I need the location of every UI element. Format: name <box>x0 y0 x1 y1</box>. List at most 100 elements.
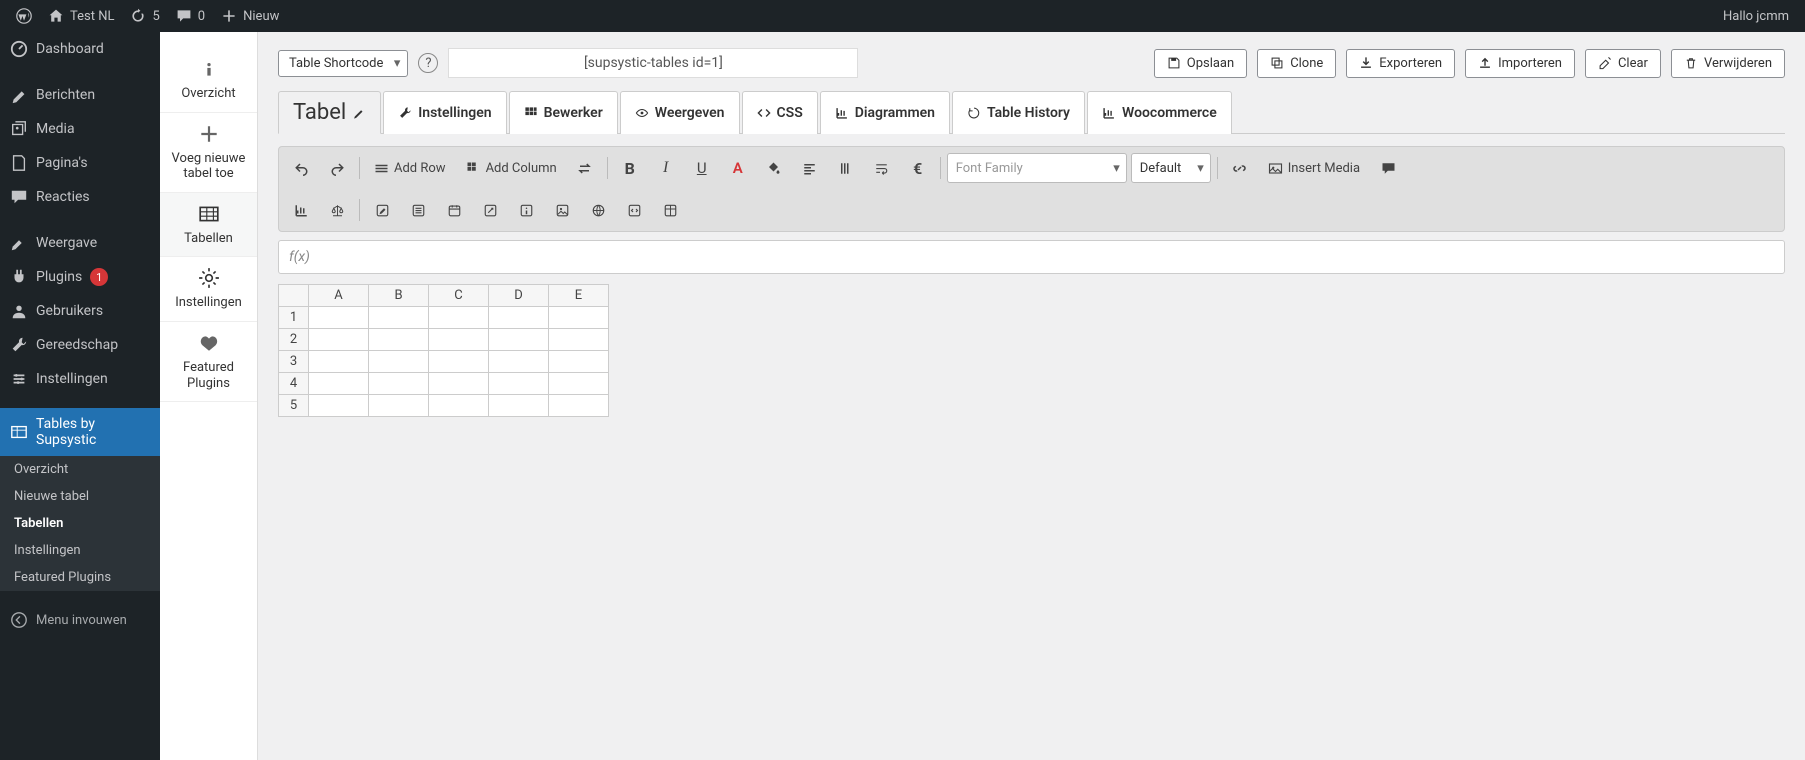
cell[interactable] <box>549 373 609 395</box>
cell[interactable] <box>369 307 429 329</box>
wrap-text-button[interactable] <box>866 153 898 183</box>
tab-woocommerce[interactable]: Woocommerce <box>1087 91 1232 134</box>
cell[interactable] <box>369 395 429 417</box>
plugin-nav-tables[interactable]: Tabellen <box>160 193 257 258</box>
italic-button[interactable]: I <box>650 153 682 183</box>
text-color-button[interactable]: A <box>722 153 754 183</box>
tab-view[interactable]: Weergeven <box>620 91 740 134</box>
swap-button[interactable] <box>569 153 601 183</box>
undo-button[interactable] <box>285 153 317 183</box>
sidebar-item-plugins[interactable]: Plugins1 <box>0 260 160 294</box>
toolbar-expand-button[interactable] <box>474 195 506 225</box>
cell[interactable] <box>369 373 429 395</box>
cell[interactable] <box>489 329 549 351</box>
user-greeting[interactable]: Hallo jcmm <box>1715 0 1797 32</box>
align-left-button[interactable] <box>794 153 826 183</box>
sidebar-item-supsystic[interactable]: Tables by Supsystic <box>0 408 160 456</box>
submenu-settings[interactable]: Instellingen <box>0 537 160 564</box>
new-content-link[interactable]: Nieuw <box>213 0 287 32</box>
cell[interactable] <box>369 329 429 351</box>
delete-button[interactable]: Verwijderen <box>1671 49 1785 78</box>
cell[interactable] <box>429 395 489 417</box>
submenu-overview[interactable]: Overzicht <box>0 456 160 483</box>
help-icon[interactable]: ? <box>418 53 438 73</box>
align-vertical-button[interactable] <box>830 153 862 183</box>
toolbar-balance-button[interactable] <box>321 195 353 225</box>
link-button[interactable] <box>1224 153 1256 183</box>
clone-button[interactable]: Clone <box>1257 49 1336 78</box>
cell[interactable] <box>309 307 369 329</box>
underline-button[interactable]: U <box>686 153 718 183</box>
collapse-menu-button[interactable]: Menu invouwen <box>0 603 160 637</box>
tab-css[interactable]: CSS <box>742 91 818 134</box>
col-header[interactable]: C <box>429 285 489 307</box>
cell[interactable] <box>489 395 549 417</box>
currency-button[interactable]: € <box>902 153 934 183</box>
toolbar-table-button[interactable] <box>654 195 686 225</box>
toolbar-code-block-button[interactable] <box>618 195 650 225</box>
row-header[interactable]: 4 <box>279 373 309 395</box>
plugin-nav-overview[interactable]: Overzicht <box>160 48 257 113</box>
cell[interactable] <box>429 373 489 395</box>
plugin-nav-featured[interactable]: Featured Plugins <box>160 322 257 402</box>
row-header[interactable]: 1 <box>279 307 309 329</box>
toolbar-info-button[interactable] <box>510 195 542 225</box>
bold-button[interactable]: B <box>614 153 646 183</box>
add-row-button[interactable]: Add Row <box>366 153 454 183</box>
row-header[interactable]: 3 <box>279 351 309 373</box>
cell[interactable] <box>549 351 609 373</box>
submenu-new-table[interactable]: Nieuwe tabel <box>0 483 160 510</box>
toolbar-globe-button[interactable] <box>582 195 614 225</box>
tab-settings[interactable]: Instellingen <box>383 91 506 134</box>
cell[interactable] <box>309 373 369 395</box>
col-header[interactable]: B <box>369 285 429 307</box>
sidebar-item-users[interactable]: Gebruikers <box>0 294 160 328</box>
cell[interactable] <box>549 329 609 351</box>
sidebar-item-pages[interactable]: Pagina's <box>0 146 160 180</box>
tab-editor[interactable]: Bewerker <box>509 91 618 134</box>
corner-cell[interactable] <box>279 285 309 307</box>
comment-button[interactable] <box>1372 153 1404 183</box>
add-column-button[interactable]: Add Column <box>458 153 565 183</box>
tab-diagrams[interactable]: Diagrammen <box>820 91 950 134</box>
toolbar-edit-cell-button[interactable] <box>366 195 398 225</box>
cell[interactable] <box>489 307 549 329</box>
fill-color-button[interactable] <box>758 153 790 183</box>
toolbar-chart-button[interactable] <box>285 195 317 225</box>
site-home-link[interactable]: Test NL <box>40 0 122 32</box>
clear-button[interactable]: Clear <box>1585 49 1661 78</box>
col-header[interactable]: D <box>489 285 549 307</box>
plugin-nav-add-new[interactable]: Voeg nieuwe tabel toe <box>160 113 257 193</box>
col-header[interactable]: A <box>309 285 369 307</box>
formula-bar[interactable]: f(x) <box>278 240 1785 274</box>
sidebar-item-dashboard[interactable]: Dashboard <box>0 32 160 66</box>
shortcode-display[interactable]: [supsystic-tables id=1] <box>448 48 858 78</box>
toolbar-list-button[interactable] <box>402 195 434 225</box>
row-header[interactable]: 2 <box>279 329 309 351</box>
submenu-featured[interactable]: Featured Plugins <box>0 564 160 591</box>
cell[interactable] <box>549 395 609 417</box>
sidebar-item-posts[interactable]: Berichten <box>0 78 160 112</box>
sidebar-item-media[interactable]: Media <box>0 112 160 146</box>
toolbar-calendar-button[interactable] <box>438 195 470 225</box>
cell[interactable] <box>429 307 489 329</box>
font-family-select[interactable]: Font Family <box>947 153 1127 183</box>
sidebar-item-tools[interactable]: Gereedschap <box>0 328 160 362</box>
sidebar-item-settings[interactable]: Instellingen <box>0 362 160 396</box>
submenu-tables[interactable]: Tabellen <box>0 510 160 537</box>
tab-history[interactable]: Table History <box>952 91 1085 134</box>
row-header[interactable]: 5 <box>279 395 309 417</box>
cell[interactable] <box>309 351 369 373</box>
cell[interactable] <box>369 351 429 373</box>
updates-link[interactable]: 5 <box>122 0 167 32</box>
plugin-nav-settings[interactable]: Instellingen <box>160 257 257 322</box>
cell[interactable] <box>489 351 549 373</box>
redo-button[interactable] <box>321 153 353 183</box>
cell[interactable] <box>429 329 489 351</box>
shortcode-type-dropdown[interactable]: Table Shortcode <box>278 50 408 77</box>
cell[interactable] <box>309 395 369 417</box>
save-button[interactable]: Opslaan <box>1154 49 1247 78</box>
default-select[interactable]: Default <box>1131 153 1211 183</box>
cell[interactable] <box>429 351 489 373</box>
cell[interactable] <box>549 307 609 329</box>
